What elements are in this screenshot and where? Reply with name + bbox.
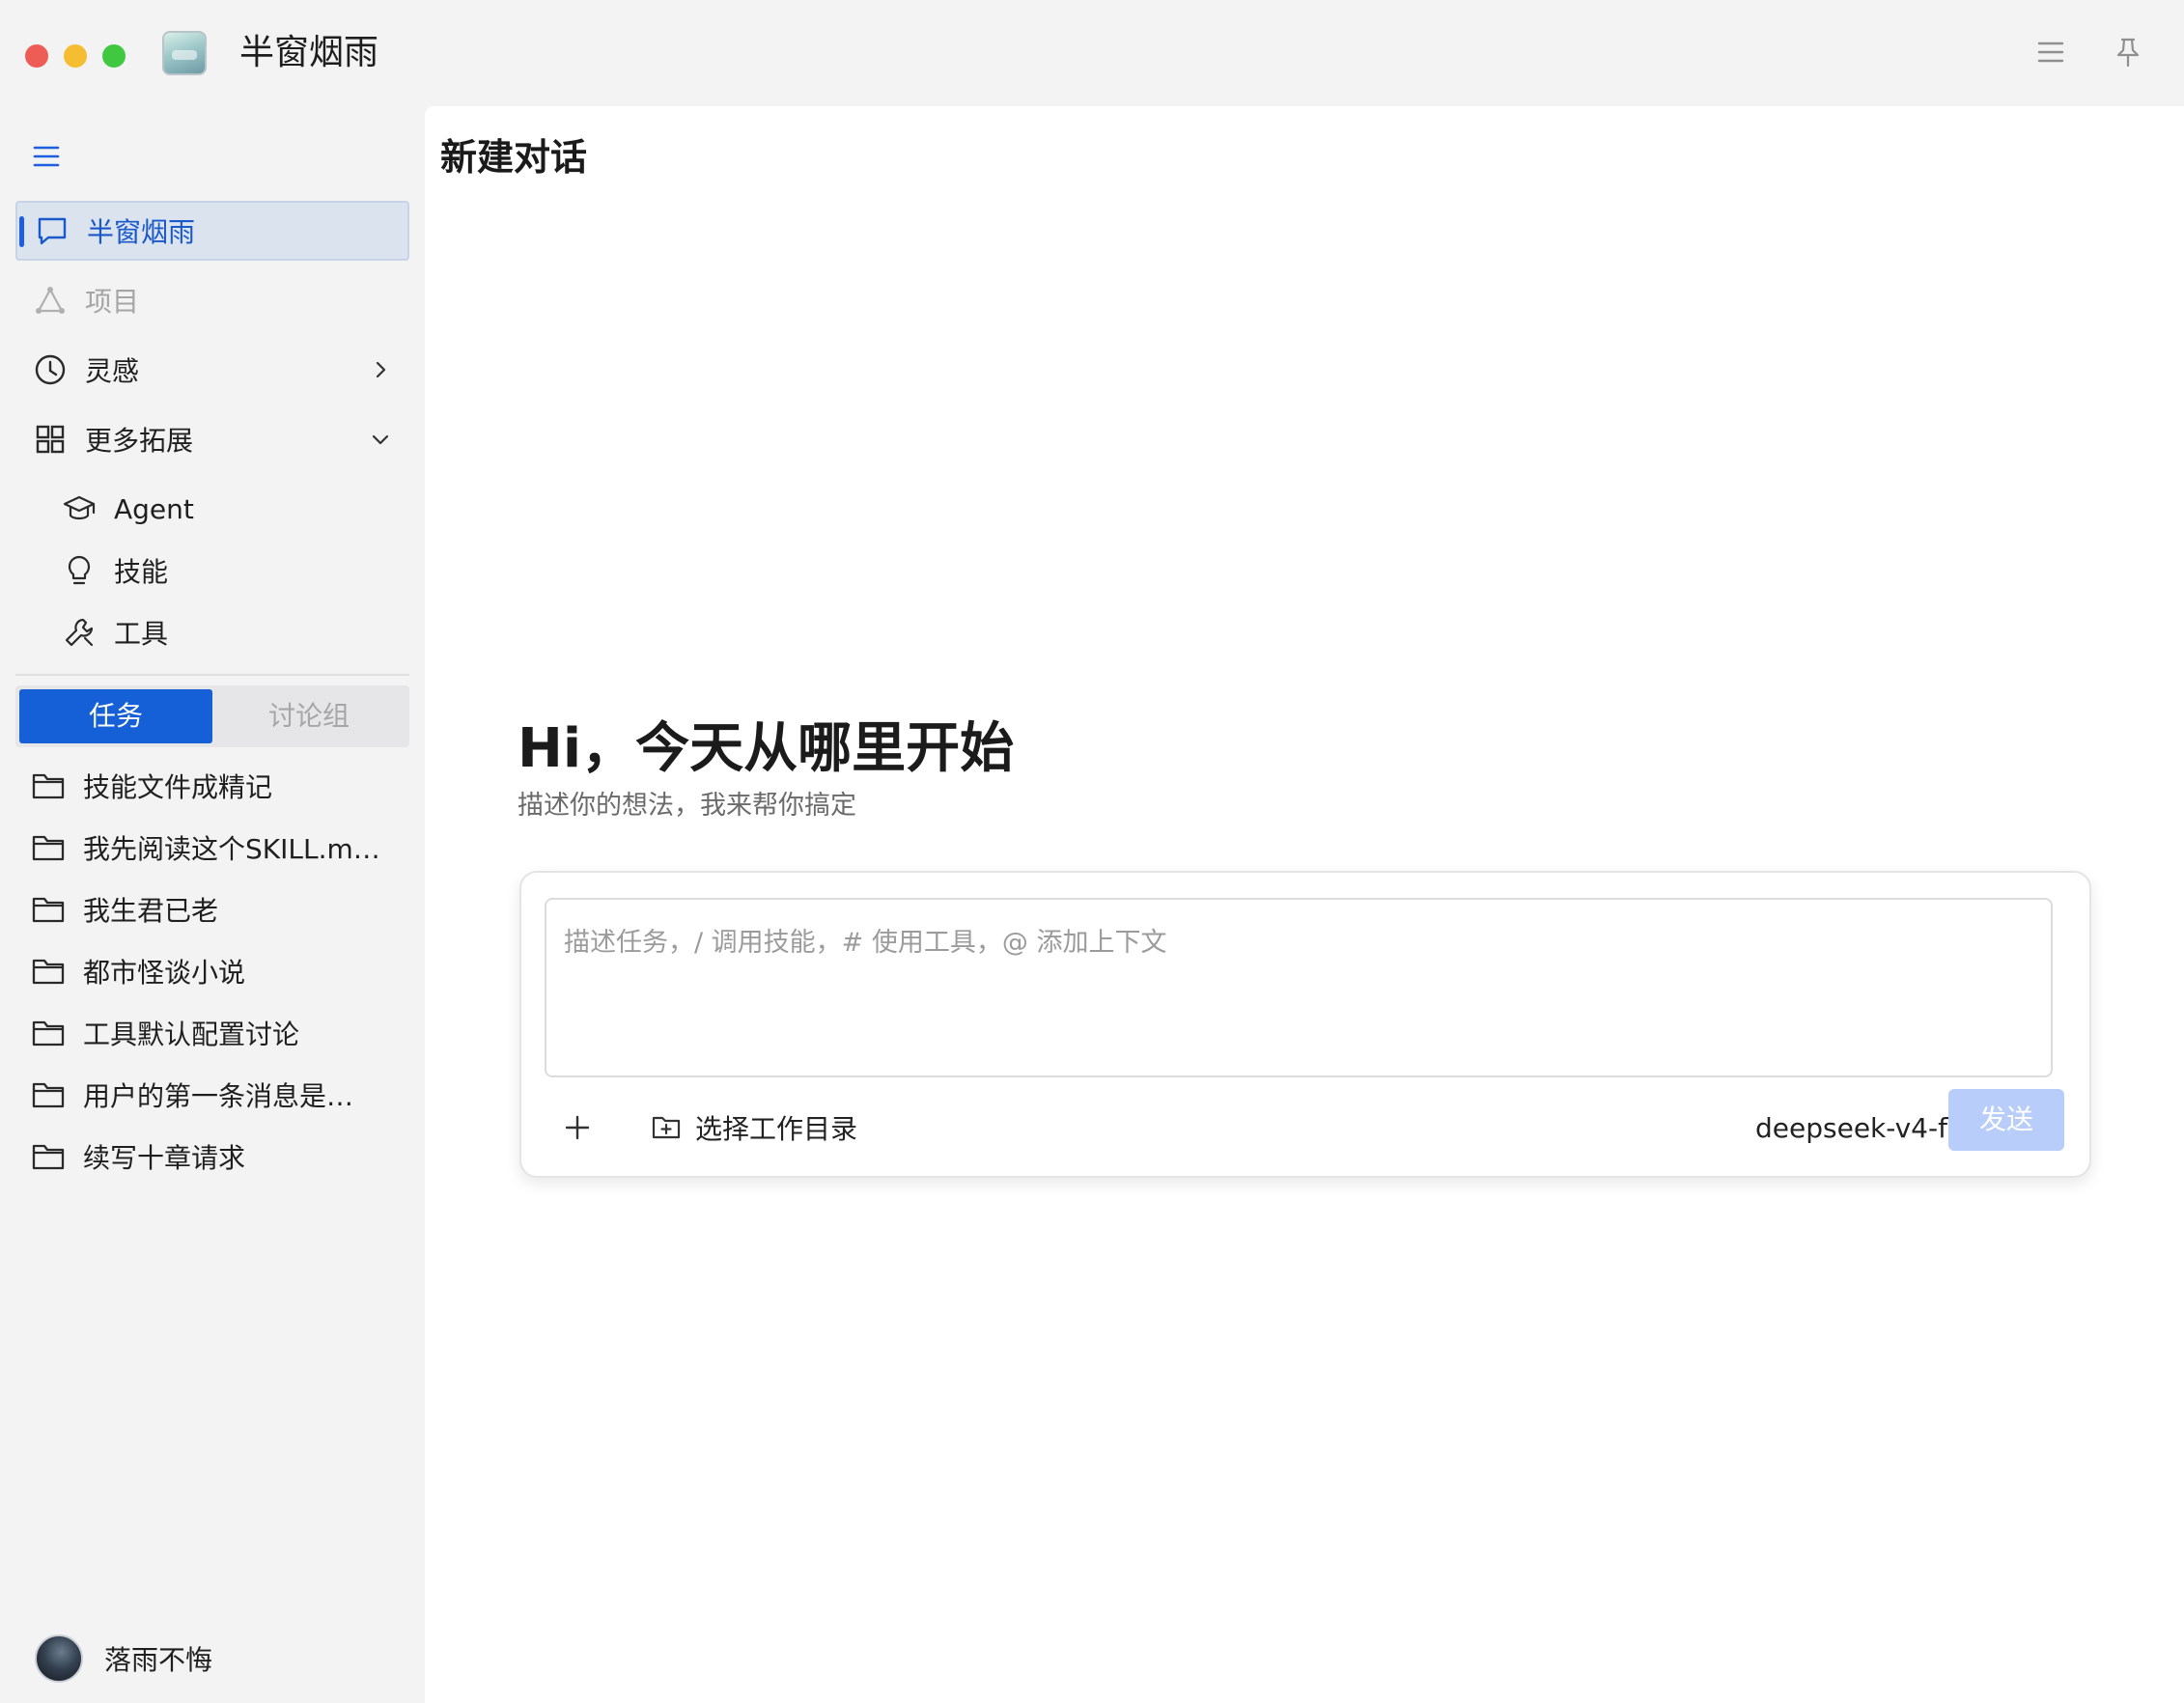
sidebar-toggle-icon[interactable] bbox=[31, 141, 62, 172]
select-work-directory-button[interactable]: 选择工作目录 bbox=[651, 1104, 857, 1151]
sidebar-item-label: 灵感 bbox=[85, 355, 140, 387]
chat-icon bbox=[38, 217, 67, 245]
welcome-heading: Hi，今天从哪里开始 bbox=[518, 717, 1015, 780]
message-composer: 描述任务，/ 调用技能，# 使用工具，@ 添加上下文 选择工作目录 deepse… bbox=[519, 871, 2091, 1178]
folder-icon bbox=[32, 959, 65, 985]
user-profile[interactable]: 落雨不悔 bbox=[35, 1632, 212, 1686]
grid-icon bbox=[36, 425, 65, 454]
app-title: 半窗烟雨 bbox=[239, 33, 379, 72]
task-title: 我先阅读这个SKILL.m… bbox=[83, 833, 380, 865]
task-list-item[interactable]: 技能文件成精记 bbox=[31, 759, 388, 813]
task-title: 工具默认配置讨论 bbox=[83, 1019, 300, 1050]
task-list-item[interactable]: 都市怪谈小说 bbox=[31, 944, 388, 998]
sidebar-item-label: 更多拓展 bbox=[85, 425, 194, 457]
minimize-window-button[interactable] bbox=[64, 44, 87, 68]
sidebar-subitem-tools[interactable]: 工具 bbox=[62, 606, 168, 658]
task-tabs: 任务 讨论组 bbox=[15, 685, 409, 747]
prompt-placeholder: 描述任务，/ 调用技能，# 使用工具，@ 添加上下文 bbox=[564, 928, 1167, 958]
sidebar: 半窗烟雨 项目 灵感 更多拓展 Agent 技能 工具 任务 讨论组 技能文件成… bbox=[0, 106, 425, 1703]
prompt-input[interactable]: 描述任务，/ 调用技能，# 使用工具，@ 添加上下文 bbox=[545, 898, 2053, 1077]
tab-discussion-groups[interactable]: 讨论组 bbox=[212, 689, 406, 743]
main-panel: 新建对话 Hi，今天从哪里开始 描述你的想法，我来帮你搞定 描述任务，/ 调用技… bbox=[425, 106, 2184, 1703]
send-button[interactable]: 发送 bbox=[1948, 1089, 2064, 1151]
user-name: 落雨不悔 bbox=[104, 1644, 213, 1676]
task-title: 我生君已老 bbox=[83, 895, 219, 927]
task-title: 用户的第一条消息是… bbox=[83, 1080, 354, 1112]
sidebar-subitem-label: 工具 bbox=[114, 618, 169, 650]
task-title: 技能文件成精记 bbox=[83, 771, 273, 803]
chevron-down-icon bbox=[372, 434, 389, 445]
triangle-nodes-icon bbox=[36, 287, 65, 314]
add-attachment-icon[interactable] bbox=[558, 1108, 597, 1147]
task-list-item[interactable]: 工具默认配置讨论 bbox=[31, 1006, 388, 1060]
task-list-item[interactable]: 续写十章请求 bbox=[31, 1130, 388, 1184]
tab-tasks[interactable]: 任务 bbox=[19, 689, 212, 743]
pin-icon[interactable] bbox=[2111, 35, 2145, 70]
sidebar-subitem-label: Agent bbox=[114, 492, 194, 525]
chevron-right-icon bbox=[376, 361, 386, 378]
app-window: 半窗烟雨 半窗烟雨 项目 灵感 更多拓展 Agent 技能 工具 任务 讨论组 … bbox=[0, 0, 2184, 1703]
lightbulb-icon bbox=[68, 555, 91, 585]
folder-icon bbox=[32, 1144, 65, 1170]
sidebar-item-inspiration[interactable]: 灵感 bbox=[15, 340, 409, 400]
task-list-item[interactable]: 我先阅读这个SKILL.m… bbox=[31, 821, 388, 875]
title-bar: 半窗烟雨 bbox=[0, 0, 2184, 106]
sidebar-subitem-skills[interactable]: 技能 bbox=[62, 544, 168, 597]
app-logo-icon bbox=[162, 31, 207, 75]
page-title: 新建对话 bbox=[440, 136, 588, 179]
zoom-window-button[interactable] bbox=[102, 44, 126, 68]
avatar bbox=[35, 1634, 83, 1683]
welcome-subheading: 描述你的想法，我来帮你搞定 bbox=[518, 791, 856, 821]
task-title: 都市怪谈小说 bbox=[83, 957, 246, 989]
sidebar-subitem-agent[interactable]: Agent bbox=[62, 483, 194, 535]
close-window-button[interactable] bbox=[25, 44, 48, 68]
sidebar-item-more-extensions[interactable]: 更多拓展 bbox=[15, 409, 409, 469]
sidebar-item-label: 半窗烟雨 bbox=[87, 216, 196, 248]
folder-icon bbox=[32, 897, 65, 923]
menu-icon[interactable] bbox=[2033, 35, 2068, 70]
task-title: 续写十章请求 bbox=[83, 1142, 246, 1174]
folder-icon bbox=[32, 1082, 65, 1108]
folder-icon bbox=[32, 1020, 65, 1047]
wrench-icon bbox=[65, 618, 94, 647]
sidebar-item-label: 项目 bbox=[85, 286, 140, 318]
select-work-directory-label: 选择工作目录 bbox=[695, 1113, 858, 1145]
graduation-cap-icon bbox=[63, 495, 96, 520]
sidebar-divider bbox=[15, 674, 409, 676]
sidebar-subitem-label: 技能 bbox=[114, 556, 169, 588]
folder-icon bbox=[32, 835, 65, 861]
sidebar-item-home[interactable]: 半窗烟雨 bbox=[15, 201, 409, 261]
sidebar-item-projects[interactable]: 项目 bbox=[15, 270, 409, 330]
task-list-item[interactable]: 用户的第一条消息是… bbox=[31, 1068, 388, 1122]
task-list-item[interactable]: 我生君已老 bbox=[31, 882, 388, 936]
folder-plus-icon bbox=[652, 1116, 681, 1139]
folder-icon bbox=[32, 773, 65, 799]
clock-icon bbox=[35, 354, 66, 385]
